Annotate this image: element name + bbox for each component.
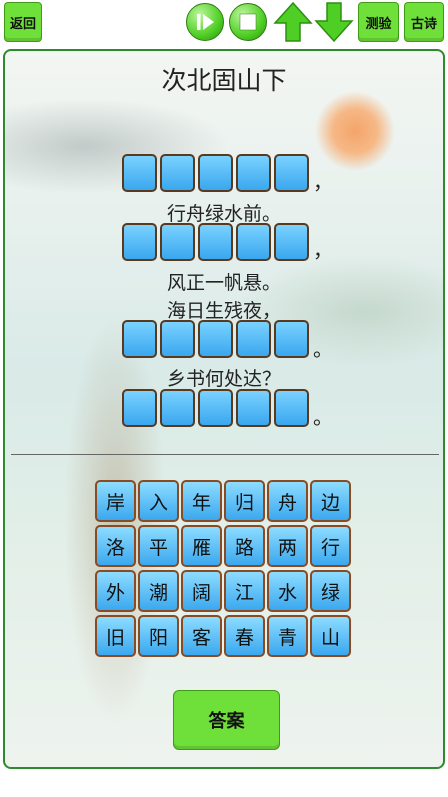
scroll-up-button[interactable] [273, 1, 313, 43]
answer-slot[interactable] [274, 154, 309, 192]
stop-button[interactable] [229, 3, 267, 41]
character-tile[interactable]: 年 [181, 480, 222, 522]
blank-row-2 [122, 223, 312, 263]
poem-panel: 次北固山下 ， 行舟绿水前。 ， 风正一帆悬。 海日生残夜， 。 乡书何处达？ … [3, 49, 445, 769]
answer-slot[interactable] [122, 223, 157, 261]
character-tile[interactable]: 江 [224, 570, 265, 612]
character-tile[interactable]: 旧 [95, 615, 136, 657]
blank-row-3 [122, 320, 312, 360]
arrow-up-icon [273, 1, 313, 42]
character-tile[interactable]: 入 [138, 480, 179, 522]
character-tile[interactable]: 行 [310, 525, 351, 567]
answer-slot[interactable] [198, 320, 233, 358]
character-tile[interactable]: 绿 [310, 570, 351, 612]
poem-line: 风正一帆悬。 [166, 272, 281, 294]
poem-title: 次北固山下 [161, 66, 287, 95]
poem-line: 海日生残夜， [166, 300, 281, 322]
character-tile[interactable]: 归 [224, 480, 265, 522]
answer-slot[interactable] [236, 154, 271, 192]
answer-slot[interactable] [122, 154, 157, 192]
character-tile[interactable]: 阔 [181, 570, 222, 612]
answer-slot[interactable] [198, 223, 233, 261]
answer-slot[interactable] [198, 389, 233, 427]
answer-slot[interactable] [122, 320, 157, 358]
arrow-down-icon [314, 2, 354, 43]
play-pause-icon [197, 14, 214, 30]
divider [11, 454, 439, 455]
answer-slot[interactable] [236, 223, 271, 261]
character-grid: 岸 入 年 归 舟 边 洛 平 雁 路 两 行 外 潮 阔 江 水 绿 旧 阳 … [95, 480, 351, 657]
character-tile[interactable]: 外 [95, 570, 136, 612]
test-button[interactable]: 测验 [358, 2, 399, 42]
answer-slot[interactable] [160, 389, 195, 427]
character-tile[interactable]: 两 [267, 525, 308, 567]
character-tile[interactable]: 客 [181, 615, 222, 657]
answer-slot[interactable] [236, 389, 271, 427]
character-tile[interactable]: 山 [310, 615, 351, 657]
punctuation: 。 [313, 337, 333, 361]
play-button[interactable] [186, 3, 224, 41]
character-tile[interactable]: 平 [138, 525, 179, 567]
punctuation: 。 [313, 405, 333, 429]
answer-slot[interactable] [274, 320, 309, 358]
character-tile[interactable]: 青 [267, 615, 308, 657]
character-tile[interactable]: 春 [224, 615, 265, 657]
answer-slot[interactable] [236, 320, 271, 358]
character-tile[interactable]: 潮 [138, 570, 179, 612]
character-tile[interactable]: 洛 [95, 525, 136, 567]
answer-slot[interactable] [198, 154, 233, 192]
punctuation: ， [313, 170, 333, 194]
answer-slot[interactable] [160, 223, 195, 261]
answer-slot[interactable] [160, 154, 195, 192]
punctuation: ， [313, 238, 333, 262]
character-tile[interactable]: 水 [267, 570, 308, 612]
blank-row-4 [122, 389, 312, 429]
stop-icon [239, 13, 257, 31]
answer-slot[interactable] [274, 389, 309, 427]
poem-button[interactable]: 古诗 [404, 2, 444, 42]
answer-slot[interactable] [122, 389, 157, 427]
character-tile[interactable]: 雁 [181, 525, 222, 567]
top-toolbar: 返回 测验 古诗 [0, 0, 448, 44]
answer-slot[interactable] [274, 223, 309, 261]
character-tile[interactable]: 岸 [95, 480, 136, 522]
answer-button[interactable]: 答案 [173, 690, 280, 750]
blank-row-1 [122, 154, 312, 194]
back-button[interactable]: 返回 [4, 2, 42, 42]
poem-line: 行舟绿水前。 [166, 203, 281, 225]
character-tile[interactable]: 阳 [138, 615, 179, 657]
character-tile[interactable]: 舟 [267, 480, 308, 522]
answer-slot[interactable] [160, 320, 195, 358]
character-tile[interactable]: 路 [224, 525, 265, 567]
character-tile[interactable]: 边 [310, 480, 351, 522]
poem-line: 乡书何处达？ [166, 368, 281, 390]
scroll-down-button[interactable] [314, 1, 354, 43]
